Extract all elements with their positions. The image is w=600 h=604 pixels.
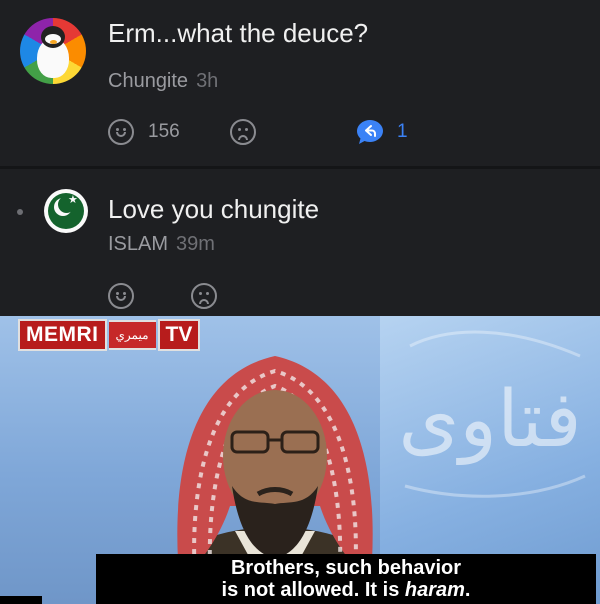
subtitle-line-2-suffix: . (464, 579, 471, 601)
video-subtitle: Brothers, such behavior is not allowed. … (96, 554, 596, 604)
comment-time: 39m (176, 233, 215, 255)
star-icon: ★ (68, 194, 78, 206)
subtitle-line-1: Brothers, such behavior (230, 557, 462, 579)
comment-chungite: Erm...what the deuce? Chungite 3h 156 1 (0, 0, 600, 166)
comment-text: Erm...what the deuce? (108, 18, 369, 48)
pakistan-flag-avatar[interactable]: ★ (44, 189, 88, 233)
subtitle-emphasis: haram (404, 579, 465, 601)
comment-meta: ISLAM 39m (108, 233, 215, 256)
like-smiley-icon[interactable] (108, 283, 134, 309)
comment-author[interactable]: Chungite (108, 70, 188, 92)
subtitle-line-2-prefix: is not allowed. It is (221, 579, 405, 601)
comment-text: Love you chungite (108, 194, 320, 224)
comment-islam: ★ Love you chungite ISLAM 39m (0, 169, 600, 316)
watermark-strip (0, 596, 42, 604)
subtitle-line-2: is not allowed. It is haram. (96, 579, 596, 601)
like-count: 156 (148, 121, 180, 142)
reply-bubble-icon[interactable] (356, 119, 384, 145)
arabic-calligraphy-backdrop: فتاوى (398, 330, 586, 498)
like-smiley-icon[interactable] (108, 119, 134, 145)
penguin-beak (50, 40, 57, 44)
comment-time: 3h (196, 70, 219, 92)
dislike-frown-icon[interactable] (191, 283, 217, 309)
dislike-frown-icon[interactable] (230, 119, 256, 145)
comment-author[interactable]: ISLAM (108, 233, 168, 255)
memri-logo-text: MEMRI (18, 319, 107, 351)
comment-meta: Chungite 3h (108, 70, 218, 93)
pride-penguin-avatar[interactable] (20, 18, 86, 84)
memri-tv-meme-image: فتاوى MEMRI ميمري TV Brothers, such beha… (0, 316, 600, 604)
background-arabic-text: فتاوى (398, 375, 581, 466)
thread-bullet (17, 209, 23, 215)
reply-count: 1 (397, 121, 408, 142)
